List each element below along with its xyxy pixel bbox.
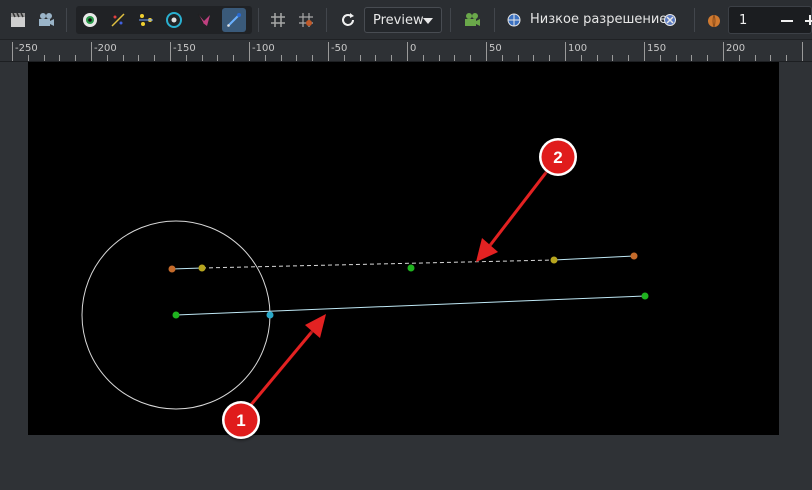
clapperboard-icon[interactable]	[6, 8, 30, 32]
pen-icon[interactable]	[222, 8, 246, 32]
ruler-label: -150	[173, 43, 196, 54]
toolbar-separator	[494, 8, 495, 32]
ruler-label: 150	[647, 43, 667, 54]
ruler-label: -50	[331, 43, 348, 54]
ruler-ticks	[12, 42, 803, 61]
ruler-label: 200	[726, 43, 746, 54]
orange-handle[interactable]	[630, 252, 638, 260]
eye-onion-icon[interactable]	[78, 8, 102, 32]
minus-icon[interactable]	[781, 20, 793, 22]
plus-icon-vertical	[809, 15, 811, 25]
green-handle[interactable]	[641, 292, 649, 300]
sparkle-icon[interactable]	[106, 8, 130, 32]
ruler-label: -200	[94, 43, 117, 54]
toolbar-separator	[694, 8, 695, 32]
annotation-badge-1: 1	[222, 401, 260, 439]
green-handle[interactable]	[172, 311, 180, 319]
stars-icon[interactable]	[134, 8, 158, 32]
orange-handle[interactable]	[168, 265, 176, 273]
yellow-handle[interactable]	[198, 264, 206, 272]
grid-icon[interactable]	[266, 8, 290, 32]
lowres-label: Низкое разрешение	[530, 12, 668, 27]
toolbar-separator	[326, 8, 327, 32]
canvas-overlay: 1 2	[81, 138, 649, 439]
yellow-handle[interactable]	[550, 256, 558, 264]
ruler-label: 0	[410, 43, 417, 54]
toolbar-separator	[258, 8, 259, 32]
preview-dropdown-label: Preview	[373, 12, 424, 28]
bird-icon[interactable]	[192, 8, 216, 32]
preview-dropdown[interactable]: Preview	[364, 7, 442, 33]
badge-2-label: 2	[553, 148, 562, 167]
chevron-down-icon	[423, 18, 433, 24]
toggle-off-icon[interactable]	[658, 8, 682, 32]
ruler-label: -250	[15, 43, 38, 54]
rotate-icon[interactable]	[162, 8, 186, 32]
onion-skin-stepper[interactable]: 1	[728, 6, 812, 34]
refresh-icon[interactable]	[336, 8, 360, 32]
onion-skin-icon[interactable]	[702, 8, 726, 32]
annotation-arrow-2	[476, 169, 550, 262]
upper-spline-segment[interactable]	[171, 267, 203, 270]
ruler-label: 100	[568, 43, 588, 54]
horizontal-ruler[interactable]: -250 -200 -150 -100 -50 0 50 100 150 200	[0, 40, 812, 62]
annotation-arrow-1	[248, 314, 326, 407]
workarea[interactable]: 1 2	[0, 62, 812, 490]
badge-1-label: 1	[236, 411, 245, 430]
toolbar-separator	[450, 8, 451, 32]
ruler-label: 50	[489, 43, 502, 54]
onion-skin-value[interactable]: 1	[739, 13, 747, 28]
ruler-label: -100	[252, 43, 275, 54]
toolbar: Preview Низкое разрешение 1	[0, 0, 812, 40]
camera-render-icon[interactable]	[460, 8, 484, 32]
solid-spline[interactable]	[175, 295, 646, 316]
transform-grid-icon[interactable]	[294, 8, 318, 32]
green-handle[interactable]	[407, 264, 415, 272]
cyan-handle[interactable]	[266, 311, 274, 319]
camera-icon[interactable]	[34, 8, 58, 32]
toolbar-separator	[66, 8, 67, 32]
annotation-badge-2: 2	[539, 138, 577, 176]
upper-spline-segment[interactable]	[553, 255, 635, 261]
globe-icon[interactable]	[502, 8, 526, 32]
